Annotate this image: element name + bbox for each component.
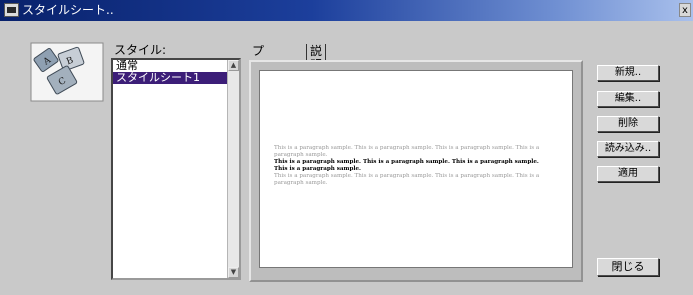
app-window-icon[interactable]: [4, 3, 19, 17]
preview-panel: This is a paragraph sample. This is a pa…: [249, 60, 583, 282]
styles-listbox[interactable]: 通常 スタイルシート1 ▲ ▼: [111, 58, 241, 280]
scroll-up-arrow-icon[interactable]: ▲: [228, 60, 239, 71]
edit-button[interactable]: 編集..: [597, 91, 659, 107]
window-title: スタイルシート..: [22, 3, 114, 17]
preview-paragraph-gray: This is a paragraph sample. This is a pa…: [274, 173, 540, 186]
delete-button[interactable]: 削除: [597, 116, 659, 132]
apply-button[interactable]: 適用: [597, 166, 659, 182]
close-button[interactable]: 閉じる: [597, 258, 659, 276]
close-window-button[interactable]: x: [679, 3, 691, 17]
scroll-down-arrow-icon[interactable]: ▼: [228, 267, 239, 278]
title-bar[interactable]: スタイルシート.. x: [0, 0, 693, 21]
preview-area: This is a paragraph sample. This is a pa…: [259, 70, 573, 268]
styles-label: スタイル:: [114, 43, 167, 57]
preview-paragraph-bold: This is a paragraph sample. This is a pa…: [274, 159, 539, 172]
import-button[interactable]: 読み込み..: [597, 141, 659, 157]
style-item-stylesheet1[interactable]: スタイルシート1: [113, 72, 227, 84]
styles-scrollbar[interactable]: ▲ ▼: [227, 60, 239, 278]
preview-paragraph-gray: This is a paragraph sample. This is a pa…: [274, 145, 540, 158]
stylesheet-dialog-logo-icon: A B C: [30, 42, 104, 102]
new-button[interactable]: 新規..: [597, 65, 659, 81]
